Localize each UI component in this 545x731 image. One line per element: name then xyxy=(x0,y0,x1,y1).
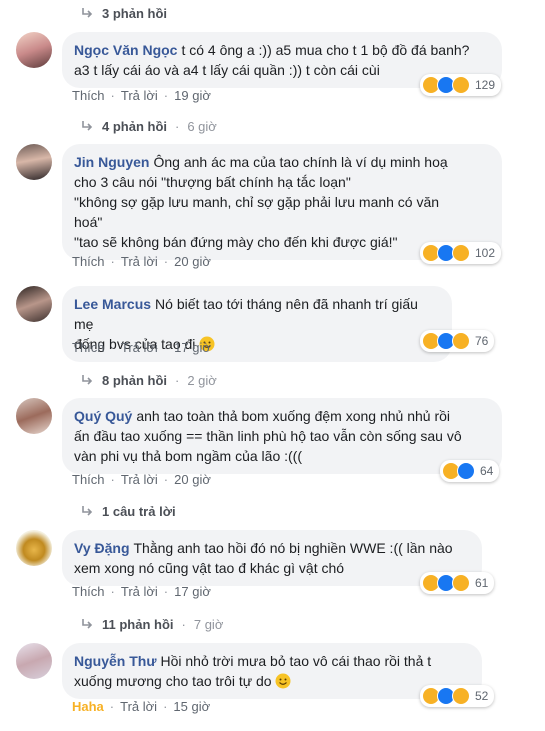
reaction-summary[interactable]: 52 xyxy=(420,685,495,707)
comment-bubble: Vy Đặng Thằng anh tao hồi đó nó bị nghiền… xyxy=(62,530,482,586)
replies-count: 8 phản hồi xyxy=(102,372,167,388)
comment-actions: Thích · Trả lời · 17 giờ xyxy=(72,584,211,599)
like-link[interactable]: Thích xyxy=(72,472,105,487)
comment-text: anh tao toàn thả bom xuống đệm xong nhủ … xyxy=(136,408,451,424)
replies-count: 1 câu trả lời xyxy=(102,503,176,519)
avatar[interactable] xyxy=(16,32,52,68)
sad-reaction-icon xyxy=(452,574,470,592)
comment-text: Hồi nhỏ trời mưa bỏ tao vô cái thao rồi … xyxy=(160,653,432,669)
reaction-count: 129 xyxy=(475,78,496,92)
reply-arrow-icon xyxy=(82,375,93,385)
reply-link[interactable]: Trả lời xyxy=(121,254,158,269)
reaction-count: 61 xyxy=(475,576,489,590)
comment-actions: Haha · Trả lời · 15 giờ xyxy=(72,699,211,714)
avatar[interactable] xyxy=(16,643,52,679)
reaction-summary[interactable]: 129 xyxy=(420,74,502,96)
reply-arrow-icon xyxy=(82,8,93,18)
reply-link[interactable]: Trả lời xyxy=(121,584,158,599)
comment-author[interactable]: Lee Marcus xyxy=(74,296,151,312)
comment-author[interactable]: Vy Đặng xyxy=(74,540,130,556)
comment-text: hoá" xyxy=(74,214,103,230)
reply-link[interactable]: Trả lời xyxy=(121,88,158,103)
like-reaction-icon xyxy=(457,462,475,480)
replies-link[interactable]: 4 phản hồi · 6 giờ xyxy=(80,117,217,135)
comment-author[interactable]: Jin Nguyen xyxy=(74,154,149,170)
avatar[interactable] xyxy=(16,530,52,566)
replies-count: 11 phản hồi xyxy=(102,616,174,632)
comment-author[interactable]: Ngọc Văn Ngọc xyxy=(74,42,177,58)
replies-count: 3 phản hồi xyxy=(102,5,167,21)
replies-link[interactable]: 8 phản hồi · 2 giờ xyxy=(80,371,217,389)
comment-text: a3 t lấy cái áo và a4 t lấy cái quần :))… xyxy=(74,62,380,78)
replies-link[interactable]: 1 câu trả lời xyxy=(80,502,176,520)
comment-text: "tao sẽ không bán đứng mày cho đến khi đ… xyxy=(74,234,398,250)
comment-author[interactable]: Quý Quý xyxy=(74,408,132,424)
reaction-summary[interactable]: 102 xyxy=(420,242,502,264)
reaction-count: 64 xyxy=(480,464,494,478)
replies-time: 2 giờ xyxy=(187,372,217,388)
reply-arrow-icon xyxy=(82,619,93,629)
comment-bubble: Quý Quý anh tao toàn thả bom xuống đệm xo… xyxy=(62,398,502,474)
replies-time: 6 giờ xyxy=(187,118,217,134)
timestamp[interactable]: 20 giờ xyxy=(174,472,211,487)
like-link[interactable]: Thích xyxy=(72,254,105,269)
comment-text: t có 4 ông a :)) a5 mua cho t 1 bộ đồ đá… xyxy=(181,42,470,58)
avatar[interactable] xyxy=(16,398,52,434)
comment-text: Thằng anh tao hồi đó nó bị nghiền WWE :(… xyxy=(133,540,453,556)
smile-emoji-icon xyxy=(275,673,291,689)
comment-author[interactable]: Nguyễn Thư xyxy=(74,653,156,669)
comment-text: ấn đầu tao xuống == thần linh phù hộ tao… xyxy=(74,428,462,444)
reply-link[interactable]: Trả lời xyxy=(120,699,157,714)
comment-text: Ông anh ác ma của tao chính là ví dụ min… xyxy=(153,154,448,170)
avatar[interactable] xyxy=(16,286,52,322)
reaction-count: 52 xyxy=(475,689,489,703)
reaction-summary[interactable]: 76 xyxy=(420,330,495,352)
replies-count: 4 phản hồi xyxy=(102,118,167,134)
reaction-summary[interactable]: 64 xyxy=(440,460,500,482)
comment-actions: Thích · Trả lời · 20 giờ xyxy=(72,254,211,269)
reply-arrow-icon xyxy=(82,506,93,516)
comment-text: cho 3 câu nói "thượng bất chính hạ tắc l… xyxy=(74,174,351,190)
timestamp[interactable]: 15 giờ xyxy=(173,699,210,714)
reply-link[interactable]: Trả lời xyxy=(121,472,158,487)
like-link[interactable]: Thích xyxy=(72,88,105,103)
comment-bubble: Nguyễn Thư Hồi nhỏ trời mưa bỏ tao vô cái… xyxy=(62,643,482,699)
sad-reaction-icon xyxy=(452,244,470,262)
like-link[interactable]: Thích xyxy=(72,584,105,599)
haha-link[interactable]: Haha xyxy=(72,699,104,714)
reply-arrow-icon xyxy=(82,121,93,131)
comment-text: vàn phi vụ thả bom ngầm của lão :((( xyxy=(74,448,303,464)
comment-text: "không sợ gặp lưu manh, chỉ sợ gặp phải … xyxy=(74,194,440,210)
reply-link[interactable]: Trả lời xyxy=(121,340,158,355)
comment-text: xem xong nó cũng vật tao đ khác gì vật c… xyxy=(74,560,345,576)
comment-text: xuống mương cho tao trôi tự do xyxy=(74,673,272,689)
comment-actions: Thích · Trả lời · 20 giờ xyxy=(72,472,211,487)
sad-reaction-icon xyxy=(452,76,470,94)
timestamp[interactable]: 20 giờ xyxy=(174,254,211,269)
sad-reaction-icon xyxy=(452,332,470,350)
reaction-summary[interactable]: 61 xyxy=(420,572,495,594)
comment-actions: Thích · Trả lời · 17 giờ xyxy=(72,340,211,355)
sad-reaction-icon xyxy=(452,687,470,705)
timestamp[interactable]: 17 giờ xyxy=(174,340,211,355)
timestamp[interactable]: 19 giờ xyxy=(174,88,211,103)
timestamp[interactable]: 17 giờ xyxy=(174,584,211,599)
reaction-count: 76 xyxy=(475,334,489,348)
avatar[interactable] xyxy=(16,144,52,180)
replies-link[interactable]: 3 phản hồi xyxy=(80,4,167,22)
replies-time: 7 giờ xyxy=(193,616,224,632)
reaction-count: 102 xyxy=(475,246,496,260)
comment-actions: Thích · Trả lời · 19 giờ xyxy=(72,88,211,103)
replies-link[interactable]: 11 phản hồi · 7 giờ xyxy=(80,615,223,633)
like-link[interactable]: Thích xyxy=(72,340,105,355)
